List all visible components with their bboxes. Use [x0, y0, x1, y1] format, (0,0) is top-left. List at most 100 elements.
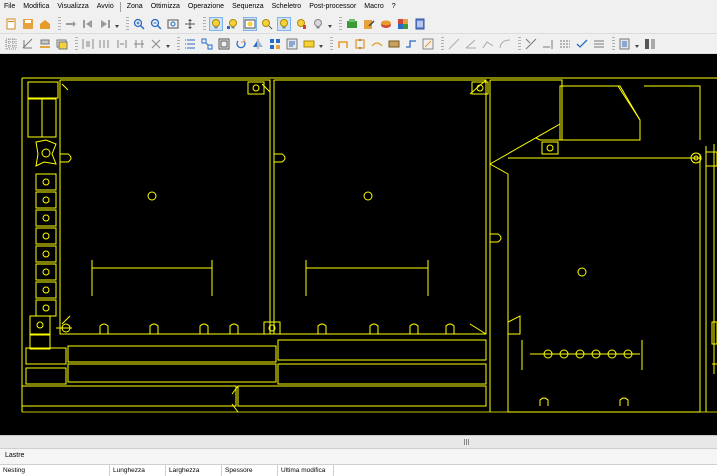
mirror-button[interactable]	[251, 37, 265, 51]
column-header-nesting[interactable]: Nesting	[0, 465, 110, 476]
spacing-button[interactable]	[115, 37, 129, 51]
menu-ottimizza[interactable]: Ottimizza	[147, 0, 184, 14]
scrollbar-grip[interactable]	[462, 439, 472, 445]
menu-zona[interactable]: Zona	[123, 0, 147, 14]
path-icon	[406, 39, 416, 48]
menu-operazione[interactable]: Operazione	[184, 0, 228, 14]
column-header-thickness[interactable]: Spessore	[222, 465, 278, 476]
bulb-off-button[interactable]	[311, 17, 325, 31]
toolbar-dropdown[interactable]	[115, 19, 119, 29]
menu-visualizza[interactable]: Visualizza	[53, 0, 92, 14]
menu-help[interactable]: ?	[388, 0, 400, 14]
extend-button[interactable]	[541, 37, 555, 51]
nest-button[interactable]	[200, 37, 214, 51]
cut-icon	[151, 39, 161, 48]
pan-button[interactable]	[183, 17, 197, 31]
toolbar-dropdown[interactable]	[319, 39, 323, 49]
column-header-length[interactable]: Lunghezza	[110, 465, 166, 476]
edit-toolbar	[0, 34, 717, 54]
list-button[interactable]	[183, 37, 197, 51]
zoom-out-button[interactable]	[149, 17, 163, 31]
toolbar-dropdown[interactable]	[635, 39, 639, 49]
sheet-green-button[interactable]	[345, 17, 359, 31]
rotate-button[interactable]	[234, 37, 248, 51]
offset-button[interactable]	[558, 37, 572, 51]
menu-modifica[interactable]: Modifica	[19, 0, 53, 14]
menu-avvio[interactable]: Avvio	[93, 0, 118, 14]
align-button[interactable]	[38, 37, 52, 51]
distribute-h-button[interactable]	[81, 37, 95, 51]
database-icon	[415, 18, 425, 29]
toolbar-grip	[330, 36, 333, 51]
zoom-in-icon	[133, 18, 145, 30]
check-icon	[576, 39, 588, 48]
bulb-icon	[212, 18, 220, 28]
bulb-part-button[interactable]	[260, 17, 274, 31]
frame-button[interactable]	[217, 37, 231, 51]
check-button[interactable]	[575, 37, 589, 51]
bridge-icon	[371, 41, 383, 46]
menu-file[interactable]: File	[0, 0, 19, 14]
bulb-view-button[interactable]	[243, 16, 257, 31]
new-file-icon	[6, 18, 16, 29]
arc-tool-button[interactable]	[498, 37, 512, 51]
line-tool-button[interactable]	[447, 37, 461, 51]
toolbar-dropdown[interactable]	[166, 39, 170, 49]
menu-post-processor[interactable]: Post-processor	[305, 0, 360, 14]
extra-button[interactable]	[643, 37, 657, 51]
sheet-edit-button[interactable]	[362, 17, 376, 31]
hatch-button[interactable]	[592, 37, 606, 51]
zoom-fit-button[interactable]	[166, 17, 180, 31]
menu-scheletro[interactable]: Scheletro	[268, 0, 306, 14]
tools-button[interactable]	[379, 17, 393, 31]
bulb-on-button[interactable]	[209, 16, 223, 31]
nesting-drawing[interactable]	[0, 54, 717, 435]
open-button[interactable]	[38, 17, 52, 31]
trim-button[interactable]	[524, 37, 538, 51]
database-button[interactable]	[413, 17, 427, 31]
save-button[interactable]	[21, 17, 35, 31]
microjoint-button[interactable]	[353, 37, 367, 51]
main-toolbar	[0, 14, 717, 34]
column-header-width[interactable]: Larghezza	[166, 465, 222, 476]
polyline-tool-button[interactable]	[481, 37, 495, 51]
label-button[interactable]	[302, 37, 316, 51]
grid-button[interactable]	[4, 37, 18, 51]
cut-button[interactable]	[149, 37, 163, 51]
skip-last-icon	[101, 19, 110, 28]
bulb-sheet-button[interactable]	[277, 16, 291, 31]
toolbar-dropdown[interactable]	[328, 19, 332, 29]
split-button[interactable]	[132, 37, 146, 51]
last-button[interactable]	[98, 17, 112, 31]
bulb-part-icon	[262, 18, 273, 29]
new-file-button[interactable]	[4, 17, 18, 31]
export-button[interactable]	[64, 17, 78, 31]
drawing-canvas[interactable]	[0, 54, 717, 435]
properties-button[interactable]	[285, 37, 299, 51]
parts-button[interactable]	[396, 17, 410, 31]
lead-in-icon	[338, 40, 348, 48]
common-cut-button[interactable]	[387, 37, 401, 51]
first-button[interactable]	[81, 17, 95, 31]
menu-macro[interactable]: Macro	[360, 0, 387, 14]
angle-tool-button[interactable]	[464, 37, 478, 51]
horizontal-scrollbar[interactable]	[0, 435, 717, 448]
info-button[interactable]	[618, 37, 632, 51]
bulb-multi-button[interactable]	[226, 17, 240, 31]
bulb-skeleton-button[interactable]	[294, 17, 308, 31]
distribute-v-button[interactable]	[98, 37, 112, 51]
bridge-button[interactable]	[370, 37, 384, 51]
layer-button[interactable]	[55, 37, 69, 51]
array-button[interactable]	[268, 37, 282, 51]
column-header-last-modified[interactable]: Ultima modifica	[278, 465, 334, 476]
hatch-icon	[594, 40, 604, 47]
toolbar-grip	[339, 16, 342, 31]
lead-in-button[interactable]	[336, 37, 350, 51]
sequence-button[interactable]	[421, 37, 435, 51]
menu-bar: File Modifica Visualizza Avvio Zona Otti…	[0, 0, 717, 14]
path-button[interactable]	[404, 37, 418, 51]
toolbar-grip	[126, 16, 129, 31]
measure-button[interactable]	[21, 37, 35, 51]
menu-sequenza[interactable]: Sequenza	[228, 0, 268, 14]
zoom-in-button[interactable]	[132, 17, 146, 31]
